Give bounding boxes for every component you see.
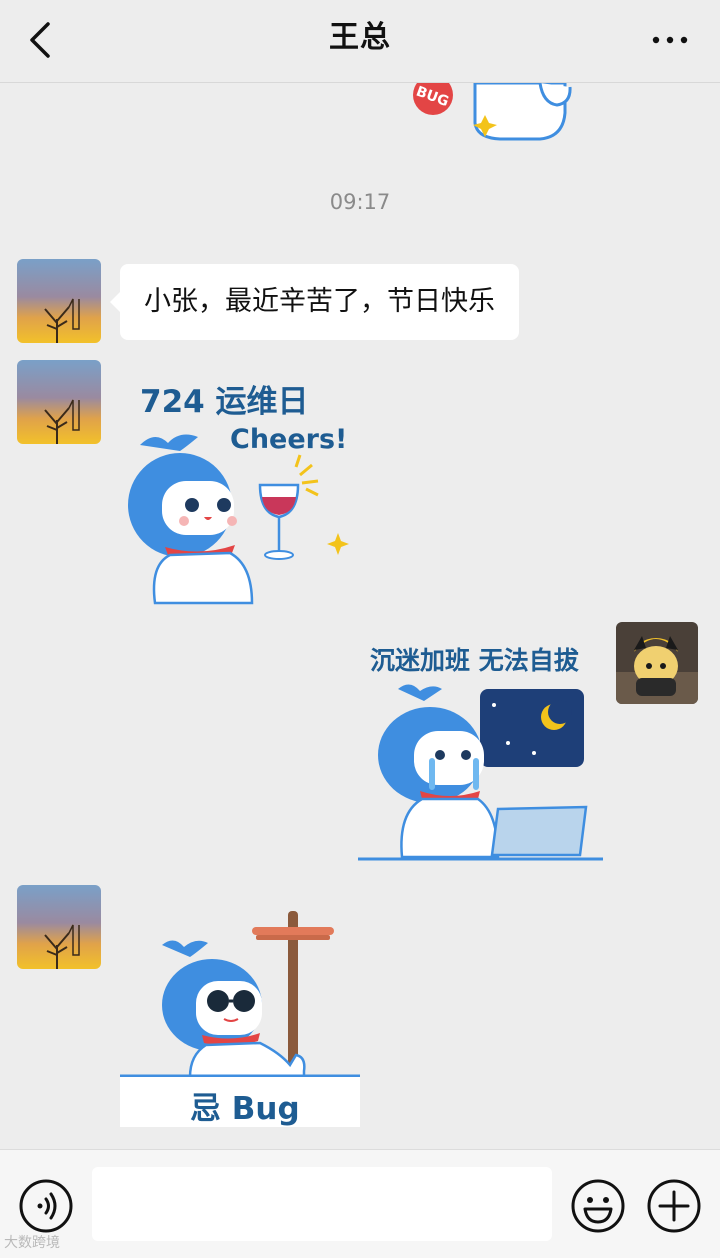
avatar-contact[interactable]	[17, 885, 101, 969]
input-bar	[0, 1149, 720, 1258]
chat-header: 王总	[0, 0, 720, 83]
sticker-cheers[interactable]: 724 运维日 Cheers!	[120, 370, 360, 605]
sticker-cheers-title: 724 运维日	[140, 384, 309, 420]
message-input[interactable]	[92, 1167, 552, 1241]
sticker-overtime[interactable]: 沉迷加班 无法自拔	[358, 635, 603, 863]
sticker-bug-partial[interactable]: BUG	[405, 83, 580, 145]
watermark: 大数跨境	[4, 1235, 60, 1251]
mascot-cheers-illustration	[128, 434, 349, 605]
sticker-bug-caption: 忌 Bug	[190, 1091, 300, 1127]
voice-icon[interactable]	[18, 1178, 74, 1234]
chat-title: 王总	[329, 20, 391, 55]
avatar-self[interactable]	[616, 622, 698, 704]
avatar-contact[interactable]	[17, 259, 101, 343]
plus-icon[interactable]	[646, 1178, 702, 1234]
sticker-overtime-caption: 沉迷加班 无法自拔	[370, 646, 579, 675]
avatar-contact[interactable]	[17, 360, 101, 444]
sticker-bug[interactable]: 忌 Bug	[120, 905, 360, 1127]
mascot-overtime-illustration	[358, 684, 603, 861]
message-bubble-text[interactable]: 小张，最近辛苦了，节日快乐	[110, 264, 519, 340]
more-icon[interactable]	[648, 20, 692, 60]
message-timestamp: 09:17	[329, 190, 391, 214]
emoji-icon[interactable]	[570, 1178, 626, 1234]
mascot-bug-illustration	[120, 905, 360, 1077]
